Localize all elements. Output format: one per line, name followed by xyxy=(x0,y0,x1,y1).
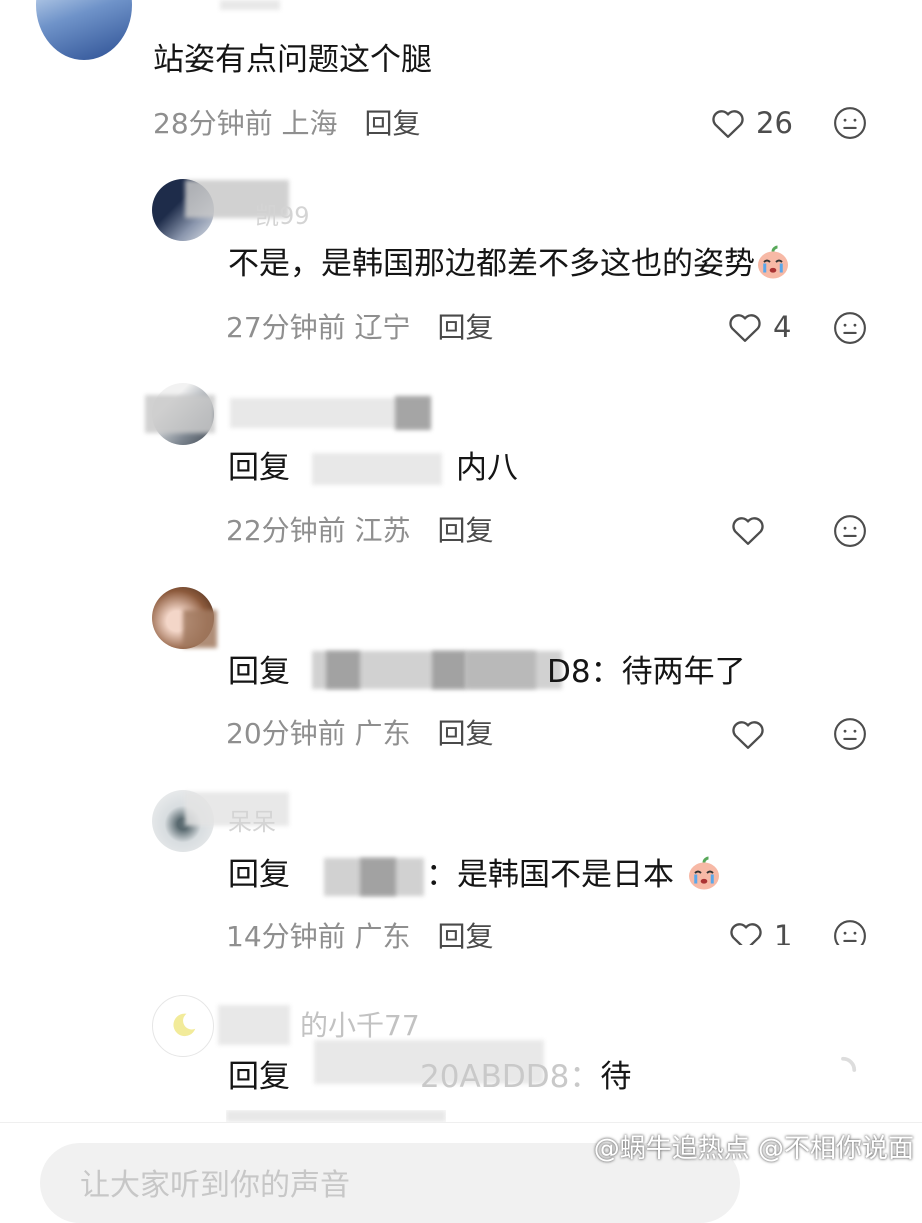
like-button[interactable] xyxy=(730,514,766,546)
bottom-divider xyxy=(0,1122,922,1123)
crying-face-emoji-icon xyxy=(689,856,719,890)
reply-prefix: 回复 xyxy=(228,1059,290,1095)
username-redacted xyxy=(183,610,217,648)
comment-meta: 28分钟前 上海 回复 xyxy=(153,106,420,142)
comment-meta: 14分钟前 广东 回复 xyxy=(226,919,493,955)
comment-body: 内八 xyxy=(456,450,518,486)
comment-meta: 20分钟前 广东 回复 xyxy=(226,716,493,752)
avatar[interactable] xyxy=(152,995,214,1057)
heart-outline-icon xyxy=(712,110,744,138)
reply-prefix: 回复 xyxy=(228,857,290,893)
reply-prefix: 回复 xyxy=(228,654,290,690)
comment-body: 20ABDD8：待 xyxy=(420,1057,631,1097)
meh-face-icon[interactable] xyxy=(833,717,867,751)
comment-body: 待 xyxy=(600,1059,632,1095)
comment-body: 待两年了 xyxy=(621,654,746,690)
comment-body: ：是韩国不是日本 xyxy=(426,855,722,895)
comment-location: 江苏 xyxy=(354,514,411,547)
watermark: @蜗牛追热点 @不相你说面 xyxy=(593,1134,914,1164)
reply-target-redacted xyxy=(466,651,536,689)
comment-time: 20分钟前 xyxy=(226,717,346,750)
username-redacted xyxy=(395,396,431,430)
username-redacted xyxy=(220,0,280,10)
comment-meta: 27分钟前 辽宁 回复 xyxy=(226,310,493,346)
comment-body: D8：待两年了 xyxy=(547,652,746,692)
cropped-next-line xyxy=(226,1110,446,1122)
reply-target-redacted xyxy=(312,453,442,485)
reply-button[interactable]: 回复 xyxy=(437,920,493,953)
heart-outline-icon xyxy=(729,314,761,342)
text-redacted xyxy=(226,1110,446,1122)
username-redacted xyxy=(218,1005,290,1045)
like-button[interactable] xyxy=(730,718,766,750)
reply-button[interactable]: 回复 xyxy=(437,514,493,547)
reply-button[interactable]: 回复 xyxy=(437,717,493,750)
comment-time: 22分钟前 xyxy=(226,514,346,547)
comment-text: 站姿有点问题这个腿 xyxy=(153,42,432,78)
avatar[interactable] xyxy=(36,0,132,60)
heart-outline-icon xyxy=(732,517,764,545)
heart-outline-icon xyxy=(730,923,762,945)
like-button[interactable]: 1 xyxy=(728,919,792,945)
like-row-clip: 1 xyxy=(720,915,880,945)
comment-text: 回复 xyxy=(228,855,290,895)
comment-text: 不是，是韩国那边都差不多这也的姿势 xyxy=(228,244,791,284)
comment-location: 广东 xyxy=(354,920,411,953)
comment-text: 回复 xyxy=(228,448,290,488)
like-count: 4 xyxy=(773,310,792,344)
comment-location: 广东 xyxy=(354,717,411,750)
like-count: 1 xyxy=(774,919,793,945)
reply-target: D8： xyxy=(547,654,622,690)
comment-meta: 22分钟前 江苏 回复 xyxy=(226,513,493,549)
username-redacted xyxy=(145,395,215,433)
meh-face-icon[interactable] xyxy=(833,919,867,945)
reply-button[interactable]: 回复 xyxy=(437,311,493,344)
heart-outline-icon xyxy=(732,721,764,749)
reply-target-redacted xyxy=(432,651,466,689)
username-partial: 凯99 xyxy=(255,202,310,230)
comment-text: 回复 xyxy=(228,1057,290,1097)
reply-prefix: 回复 xyxy=(228,450,290,486)
comment-input-placeholder: 让大家听到你的声音 xyxy=(80,1168,350,1203)
reply-button[interactable]: 回复 xyxy=(364,107,420,140)
comment-body: 是韩国不是日本 xyxy=(457,857,674,893)
comment-location: 辽宁 xyxy=(354,311,411,344)
moon-icon xyxy=(173,1013,196,1037)
comment-body: 不是，是韩国那边都差不多这也的姿势 xyxy=(228,246,755,282)
like-button[interactable]: 26 xyxy=(710,106,793,140)
loading-spinner-icon xyxy=(841,1056,857,1072)
like-button[interactable]: 4 xyxy=(727,310,791,344)
meh-face-icon[interactable] xyxy=(833,311,867,345)
comment-time: 14分钟前 xyxy=(226,920,346,953)
meh-face-icon[interactable] xyxy=(833,106,867,140)
username-partial: 的小千77 xyxy=(300,1009,420,1042)
comment-location: 上海 xyxy=(281,107,338,140)
reply-target-redacted xyxy=(360,858,396,896)
comment-time: 27分钟前 xyxy=(226,311,346,344)
like-count: 26 xyxy=(756,106,793,140)
comment-time: 28分钟前 xyxy=(153,107,273,140)
reply-target-redacted xyxy=(326,651,360,689)
username-partial: 呆呆 xyxy=(228,808,276,836)
meh-face-icon[interactable] xyxy=(833,514,867,548)
comment-text: 回复 xyxy=(228,652,290,692)
reply-target: ： xyxy=(426,857,457,893)
reply-target: 20ABDD8： xyxy=(420,1059,601,1095)
crying-face-emoji-icon xyxy=(758,245,788,279)
